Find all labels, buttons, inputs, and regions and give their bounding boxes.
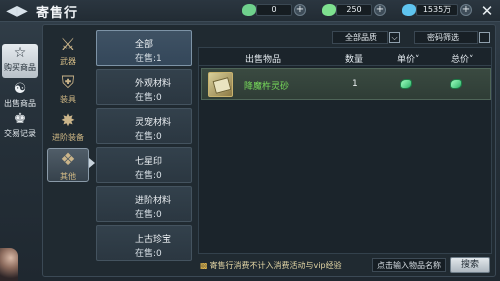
nav-buy-goods[interactable]: ☆ 购买商品 [2, 44, 38, 78]
subcategory-name: 灵宠材料 [135, 118, 172, 128]
subcategory-name: 进阶材料 [135, 196, 172, 206]
close-icon[interactable]: ✕ [478, 2, 496, 20]
category-advanced-equip[interactable]: ✸ 进阶装备 [46, 110, 90, 144]
category-advanced-equip-label: 进阶装备 [52, 133, 84, 142]
quality-filter-label: 全部品质 [332, 31, 388, 44]
password-filter-checkbox[interactable] [479, 32, 490, 43]
currency-gold: 250 + [322, 3, 388, 18]
nav-trade-record[interactable]: ♚ 交易记录 [0, 110, 40, 144]
category-weapon[interactable]: ⚔ 武器 [46, 34, 90, 68]
subcategory-seven-star-seal[interactable]: 七星印 在售:0 [96, 147, 192, 183]
search-button[interactable]: 搜索 [450, 257, 490, 273]
notice-text: ▩ 寄售行消费不计入消费活动与vip经验 [200, 260, 342, 271]
subcategory-name: 外观材料 [135, 79, 172, 89]
total-price-label: 总价 [451, 55, 470, 65]
total-price-gem-icon [450, 79, 462, 89]
password-filter[interactable]: 密码筛选 [414, 31, 492, 44]
column-header-item: 出售物品 [245, 55, 282, 65]
currency-gold-value: 250 [336, 4, 372, 16]
nav-buy-goods-label: 购买商品 [4, 63, 36, 72]
nav-sell-goods[interactable]: ☯ 出售商品 [0, 80, 40, 114]
password-filter-label: 密码筛选 [414, 31, 478, 44]
currency-silver-value: 0 [256, 4, 292, 16]
warning-icon: ▩ [200, 261, 208, 270]
item-quantity: 1 [352, 79, 358, 89]
category-armor-label: 装具 [60, 95, 76, 104]
add-diamond-button[interactable]: + [460, 4, 472, 16]
subcategory-count: 在售:0 [135, 210, 162, 220]
header-divider [199, 65, 491, 66]
category-other-label: 其他 [60, 172, 76, 181]
unit-price-gem-icon [400, 79, 412, 89]
subcategory-all[interactable]: 全部 在售:1 [96, 30, 192, 66]
diamond-icon [402, 4, 416, 16]
quality-filter-dropdown-icon[interactable]: ⌵ [389, 32, 400, 43]
table-row[interactable]: 降魔杵灵砂 1 [201, 68, 491, 100]
quality-filter[interactable]: 全部品质 ⌵ [332, 31, 402, 44]
buy-goods-icon: ☆ [13, 45, 27, 61]
sell-goods-icon: ☯ [13, 81, 27, 97]
subcategory-list[interactable]: 全部 在售:1 外观材料 在售:0 灵宠材料 在售:0 七星印 在售:0 进阶材… [96, 30, 194, 270]
subcategory-name: 上古珍宝 [135, 235, 172, 245]
avatar[interactable] [0, 248, 18, 281]
nav-sell-goods-label: 出售商品 [4, 99, 36, 108]
category-other[interactable]: ❖ 其他 [47, 148, 89, 182]
nav-trade-record-label: 交易记录 [4, 129, 36, 138]
subcategory-count: 在售:0 [135, 132, 162, 142]
sort-chevron-icon: ˅ [415, 55, 420, 65]
subcategory-count: 在售:0 [135, 249, 162, 259]
silver-ingot-icon [242, 4, 256, 16]
column-header-quantity: 数量 [345, 55, 364, 65]
subcategory-count: 在售:0 [135, 171, 162, 181]
weapon-category-icon: ⚔ [60, 35, 76, 55]
category-armor[interactable]: ⛨ 装具 [46, 72, 90, 106]
add-gold-button[interactable]: + [374, 4, 386, 16]
column-header-total-price[interactable]: 总价˅ [451, 52, 474, 65]
top-bar: ◀▶ 寄售行 0 + 250 + 1535万 + ✕ [0, 0, 500, 22]
category-weapon-label: 武器 [60, 57, 76, 66]
subcategory-ancient-treasure[interactable]: 上古珍宝 在售:0 [96, 225, 192, 261]
unit-price-label: 单价 [397, 55, 416, 65]
category-selected-arrow-icon [89, 158, 95, 168]
currency-diamond: 1535万 + [402, 3, 476, 18]
subcategory-name: 七星印 [135, 157, 163, 167]
trade-record-icon: ♚ [13, 111, 27, 127]
other-category-icon: ❖ [60, 150, 76, 170]
currency-silver: 0 + [242, 3, 308, 18]
subcategory-pet-material[interactable]: 灵宠材料 在售:0 [96, 108, 192, 144]
sort-chevron-icon: ˅ [469, 55, 474, 65]
subcategory-appearance-material[interactable]: 外观材料 在售:0 [96, 69, 192, 105]
add-silver-button[interactable]: + [294, 4, 306, 16]
back-arrow-icon[interactable]: ◀▶ [4, 3, 30, 19]
notice-label: 寄售行消费不计入消费活动与vip经验 [209, 261, 342, 270]
gold-ingot-icon [322, 4, 336, 16]
subcategory-name: 全部 [135, 40, 154, 50]
subcategory-count: 在售:0 [135, 93, 162, 103]
subcategory-count: 在售:1 [135, 54, 162, 64]
column-header-unit-price[interactable]: 单价˅ [397, 52, 420, 65]
advanced-equip-category-icon: ✸ [60, 111, 76, 131]
page-title: 寄售行 [36, 6, 79, 21]
search-input[interactable] [372, 258, 446, 272]
goods-table: 出售物品 数量 单价˅ 总价˅ 降魔杵灵砂 1 [198, 47, 492, 254]
armor-category-icon: ⛨ [61, 73, 75, 93]
subcategory-advance-material[interactable]: 进阶材料 在售:0 [96, 186, 192, 222]
item-scroll-icon[interactable] [208, 72, 233, 97]
item-name: 降魔杵灵砂 [244, 82, 290, 92]
currency-diamond-value: 1535万 [416, 4, 458, 16]
